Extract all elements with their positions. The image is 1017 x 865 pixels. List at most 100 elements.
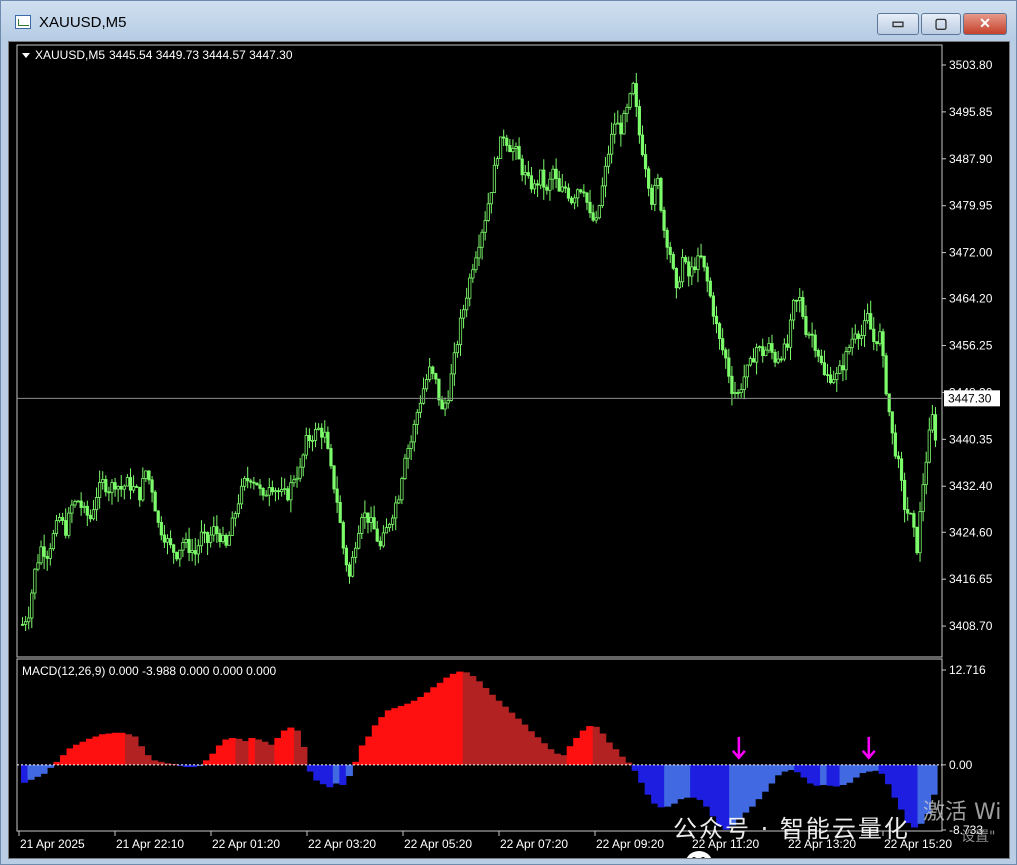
candle-body (779, 358, 783, 361)
macd-bar (326, 764, 334, 788)
candle-body (862, 320, 867, 336)
time-tick-label: 22 Apr 05:20 (404, 837, 472, 851)
time-tick-label: 22 Apr 07:20 (500, 837, 568, 851)
macd-bar (105, 733, 113, 765)
candle-body (532, 183, 537, 190)
macd-bar (443, 677, 451, 765)
candle-body (918, 511, 922, 554)
candle-body (733, 392, 737, 394)
price-panel-frame (16, 44, 943, 658)
candle-body (924, 461, 928, 486)
candle-body (168, 538, 173, 546)
candle-body (489, 192, 493, 205)
candle-body (548, 178, 552, 191)
candle-body (566, 187, 571, 199)
candle-body (878, 331, 882, 345)
candle-body (770, 343, 774, 353)
candle-body (838, 365, 842, 374)
candle-body (381, 532, 385, 547)
candle-body (273, 490, 278, 493)
chart-area[interactable]: XAUUSD,M5 3445.54 3449.73 3444.57 3447.3… (8, 41, 1010, 859)
candle-body (357, 532, 361, 549)
candle-body (347, 564, 352, 577)
candle-body (585, 192, 589, 203)
macd-bar (306, 764, 314, 772)
macd-bar (209, 753, 217, 765)
candle-body (606, 153, 611, 167)
macd-bar (527, 731, 535, 765)
candle-body (443, 402, 447, 410)
price-tick-label: 3472.00 (949, 246, 993, 260)
candle-body (125, 477, 130, 487)
candle-body (449, 373, 453, 401)
candle-body (153, 491, 157, 512)
macd-bar (332, 764, 340, 784)
macd-bar (274, 738, 282, 765)
candle-body (761, 346, 765, 357)
candle-body (622, 113, 626, 135)
candle-body (122, 485, 126, 490)
candle-body (27, 617, 31, 623)
candle-body (295, 477, 299, 481)
macd-bar (261, 741, 269, 765)
candle-body (610, 133, 614, 155)
macd-bar (638, 764, 646, 783)
candle-body (261, 488, 265, 496)
price-tick-label: 3503.80 (949, 58, 993, 72)
candle-body (650, 187, 654, 205)
candle-body (165, 538, 170, 543)
candle-body (881, 331, 885, 357)
candle-body (128, 477, 133, 491)
watermark-text: 公众号 · 智能云量化 (673, 815, 910, 843)
candle-body (887, 393, 891, 413)
candle-body (588, 201, 592, 214)
macd-bar (456, 671, 464, 765)
close-button[interactable]: ✕ (963, 13, 1007, 35)
candle-body (835, 373, 839, 381)
candle-body (135, 486, 139, 488)
candle-body (178, 549, 182, 560)
macd-bar (417, 696, 425, 765)
minimize-button[interactable]: ▭ (877, 13, 919, 35)
candle-body (711, 295, 715, 317)
candle-body (193, 550, 197, 555)
window-title: XAUUSD,M5 (39, 14, 127, 31)
candle-body (495, 158, 500, 166)
candle-body (344, 547, 348, 566)
macd-bar (482, 688, 490, 765)
macd-bar (488, 694, 496, 765)
candle-body (903, 479, 907, 510)
macd-bar (254, 739, 262, 765)
candle-body (230, 517, 234, 536)
candle-body (276, 490, 281, 493)
macd-bar (599, 733, 607, 765)
candle-body (498, 136, 503, 159)
macd-bar (248, 738, 256, 765)
macd-bar (131, 736, 139, 765)
candle-body (754, 346, 759, 363)
svg-text:3447.30: 3447.30 (948, 391, 992, 405)
macd-bar (833, 764, 841, 787)
candle-body (317, 427, 321, 430)
candle-body (514, 146, 518, 149)
candle-body (236, 503, 241, 515)
candle-body (286, 488, 290, 501)
candle-body (872, 328, 876, 343)
macd-bar (436, 682, 444, 765)
candle-body (85, 505, 89, 516)
candle-body (212, 526, 216, 536)
candle-body (375, 528, 379, 542)
macd-bar (391, 708, 399, 765)
title-bar[interactable]: XAUUSD,M5 ▭ ▢ ✕ (1, 1, 1016, 41)
candle-body (329, 448, 333, 467)
price-panel[interactable]: XAUUSD,M5 3445.54 3449.73 3444.57 3447.3… (16, 44, 1000, 658)
candle-body (471, 269, 475, 279)
chart-canvas[interactable]: XAUUSD,M5 3445.54 3449.73 3444.57 3447.3… (9, 42, 1009, 858)
macd-bar (787, 764, 795, 771)
candle-body (88, 514, 92, 520)
panel-menu-arrow-icon[interactable] (22, 53, 30, 58)
candle-body (418, 402, 423, 413)
maximize-button[interactable]: ▢ (921, 13, 961, 35)
candle-body (335, 488, 339, 503)
candle-body (551, 168, 555, 180)
